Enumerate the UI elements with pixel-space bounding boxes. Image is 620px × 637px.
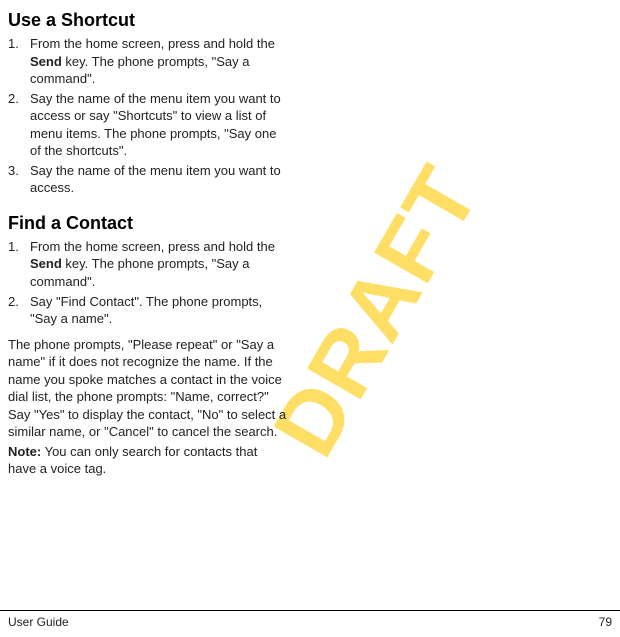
- step-text-bold: Send: [30, 54, 62, 69]
- page-footer: User Guide 79: [0, 610, 620, 629]
- note-paragraph: Note: You can only search for contacts t…: [8, 443, 288, 478]
- step-text-post: key. The phone prompts, "Say a command".: [30, 256, 249, 289]
- footer-left: User Guide: [8, 615, 69, 629]
- section1-list: From the home screen, press and hold the…: [8, 35, 288, 197]
- list-item: Say "Find Contact". The phone prompts, "…: [8, 293, 288, 328]
- footer-page-number: 79: [599, 615, 612, 629]
- list-item: From the home screen, press and hold the…: [8, 35, 288, 88]
- list-item: From the home screen, press and hold the…: [8, 238, 288, 291]
- step-text-bold: Send: [30, 256, 62, 271]
- heading-use-shortcut: Use a Shortcut: [8, 10, 288, 31]
- page-body: Use a Shortcut From the home screen, pre…: [0, 0, 620, 490]
- step-text-pre: From the home screen, press and hold the: [30, 239, 275, 254]
- list-item: Say the name of the menu item you want t…: [8, 162, 288, 197]
- step-text-pre: From the home screen, press and hold the: [30, 36, 275, 51]
- text-column: Use a Shortcut From the home screen, pre…: [8, 10, 288, 478]
- note-label: Note:: [8, 444, 41, 459]
- section2-list: From the home screen, press and hold the…: [8, 238, 288, 328]
- body-paragraph: The phone prompts, "Please repeat" or "S…: [8, 336, 288, 441]
- list-item: Say the name of the menu item you want t…: [8, 90, 288, 160]
- step-text-post: key. The phone prompts, "Say a command".: [30, 54, 249, 87]
- heading-find-contact: Find a Contact: [8, 213, 288, 234]
- note-text: You can only search for contacts that ha…: [8, 444, 257, 477]
